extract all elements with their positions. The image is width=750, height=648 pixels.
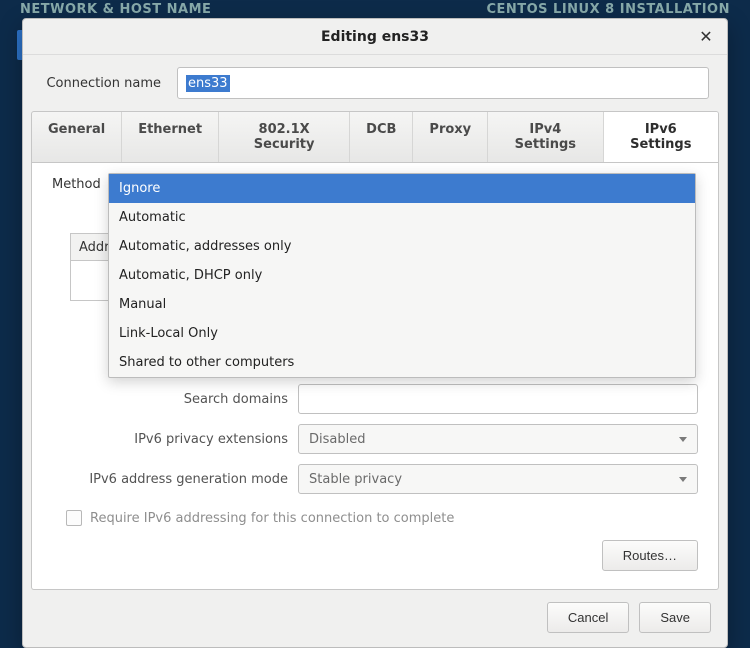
tab-dcb[interactable]: DCB bbox=[350, 112, 413, 162]
cancel-button[interactable]: Cancel bbox=[547, 602, 629, 633]
routes-row: Routes… bbox=[52, 540, 698, 571]
addrgen-mode-row: IPv6 address generation mode Stable priv… bbox=[52, 464, 698, 494]
ipv6-panel: Method Ignore Automatic Automatic, addre… bbox=[31, 163, 719, 590]
method-option-automatic-dhcp-only[interactable]: Automatic, DHCP only bbox=[109, 261, 695, 290]
connection-name-value: ens33 bbox=[186, 75, 230, 92]
ipv6-fields: Search domains IPv6 privacy extensions D… bbox=[52, 384, 698, 571]
routes-button[interactable]: Routes… bbox=[602, 540, 698, 571]
edit-connection-dialog: Editing ens33 ✕ Connection name ens33 Ge… bbox=[22, 18, 728, 648]
method-option-shared[interactable]: Shared to other computers bbox=[109, 348, 695, 377]
tab-general[interactable]: General bbox=[32, 112, 122, 162]
search-domains-row: Search domains bbox=[52, 384, 698, 414]
connection-name-label: Connection name bbox=[31, 76, 161, 91]
search-domains-label: Search domains bbox=[52, 392, 288, 407]
connection-name-input[interactable]: ens33 bbox=[177, 67, 709, 99]
method-dropdown-popup: Ignore Automatic Automatic, addresses on… bbox=[108, 173, 696, 378]
chevron-down-icon bbox=[679, 477, 687, 482]
dialog-footer: Cancel Save bbox=[23, 590, 727, 647]
close-icon[interactable]: ✕ bbox=[695, 25, 717, 47]
dialog-title: Editing ens33 bbox=[321, 29, 429, 45]
search-domains-input[interactable] bbox=[298, 384, 698, 414]
tab-ipv6-settings[interactable]: IPv6 Settings bbox=[604, 112, 718, 163]
tab-8021x-security[interactable]: 802.1X Security bbox=[219, 112, 350, 162]
privacy-extensions-row: IPv6 privacy extensions Disabled bbox=[52, 424, 698, 454]
method-label: Method bbox=[52, 177, 101, 192]
addrgen-mode-value: Stable privacy bbox=[309, 472, 402, 487]
save-button[interactable]: Save bbox=[639, 602, 711, 633]
method-option-manual[interactable]: Manual bbox=[109, 290, 695, 319]
privacy-extensions-value: Disabled bbox=[309, 432, 365, 447]
tab-ipv4-settings[interactable]: IPv4 Settings bbox=[488, 112, 603, 162]
privacy-extensions-select[interactable]: Disabled bbox=[298, 424, 698, 454]
method-option-ignore[interactable]: Ignore bbox=[109, 174, 695, 203]
chevron-down-icon bbox=[679, 437, 687, 442]
method-option-automatic-addresses-only[interactable]: Automatic, addresses only bbox=[109, 232, 695, 261]
tabs: General Ethernet 802.1X Security DCB Pro… bbox=[31, 111, 719, 163]
require-ipv6-label: Require IPv6 addressing for this connect… bbox=[90, 511, 454, 526]
connection-name-row: Connection name ens33 bbox=[23, 55, 727, 111]
addrgen-mode-select[interactable]: Stable privacy bbox=[298, 464, 698, 494]
method-option-automatic[interactable]: Automatic bbox=[109, 203, 695, 232]
tab-ethernet[interactable]: Ethernet bbox=[122, 112, 219, 162]
privacy-extensions-label: IPv6 privacy extensions bbox=[52, 432, 288, 447]
addrgen-mode-label: IPv6 address generation mode bbox=[52, 472, 288, 487]
method-option-link-local-only[interactable]: Link-Local Only bbox=[109, 319, 695, 348]
require-ipv6-row: Require IPv6 addressing for this connect… bbox=[66, 510, 698, 526]
dialog-titlebar: Editing ens33 ✕ bbox=[23, 19, 727, 55]
require-ipv6-checkbox[interactable] bbox=[66, 510, 82, 526]
tab-proxy[interactable]: Proxy bbox=[413, 112, 488, 162]
